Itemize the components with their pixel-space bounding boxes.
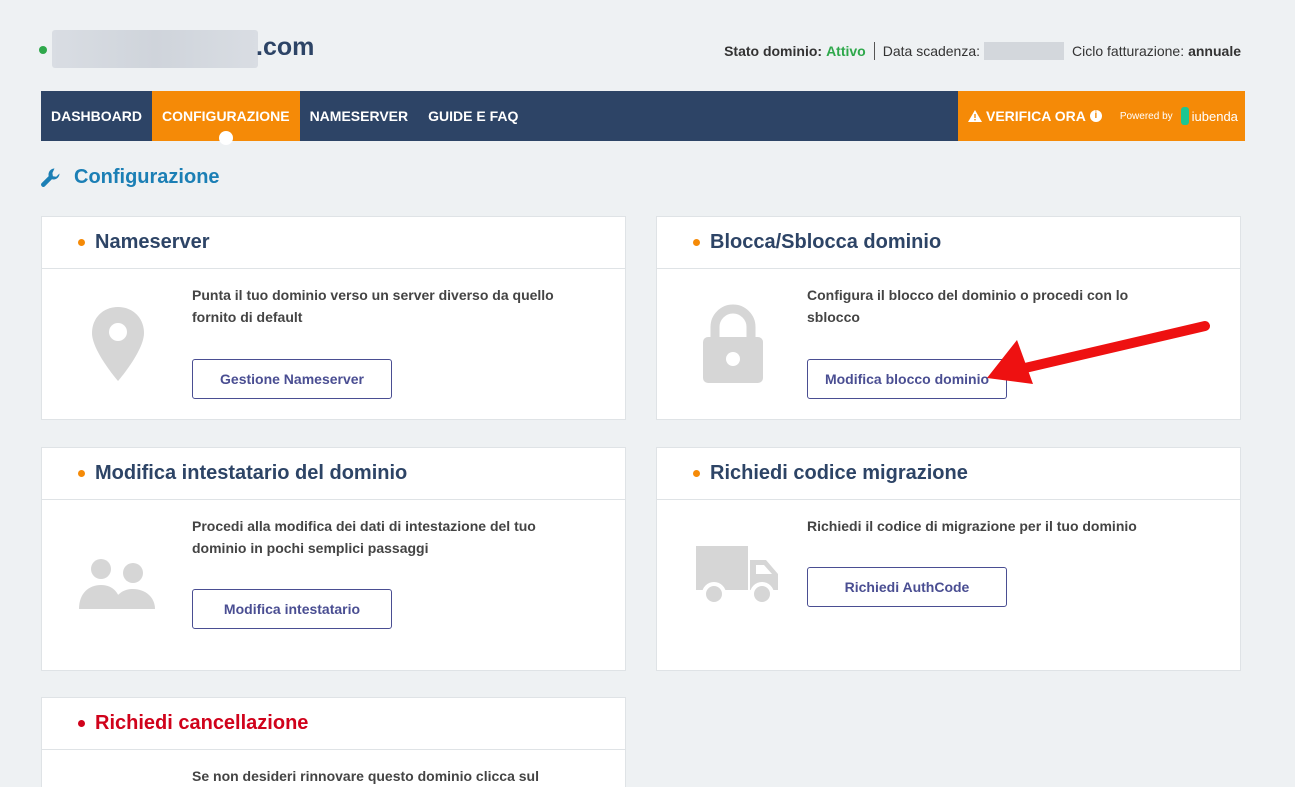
card-header: Modifica intestatario del dominio bbox=[42, 448, 625, 500]
card-richiedi-cancellazione: Richiedi cancellazione Se non desideri r… bbox=[41, 697, 626, 787]
info-icon: i bbox=[1089, 110, 1102, 122]
page-title-text: Configurazione bbox=[74, 166, 220, 188]
page-title: Configurazione bbox=[40, 166, 220, 189]
ciclo-value: annuale bbox=[1188, 43, 1241, 59]
card-modifica-intestatario: Modifica intestatario del dominio Proced… bbox=[41, 447, 626, 671]
scadenza-label: Data scadenza: bbox=[882, 43, 981, 59]
warning-icon bbox=[968, 110, 982, 122]
card-header: Blocca/Sblocca dominio bbox=[657, 217, 1240, 269]
card-blocca-sblocca: Blocca/Sblocca dominio Configura il bloc… bbox=[656, 216, 1241, 420]
richiedi-authcode-button[interactable]: Richiedi AuthCode bbox=[807, 567, 1007, 607]
card-header: Richiedi codice migrazione bbox=[657, 448, 1240, 500]
domain-header: .com Stato dominio: Attivo Data scadenza… bbox=[0, 0, 1295, 91]
card-body: Richiedi il codice di migrazione per il … bbox=[657, 500, 1240, 650]
card-title: Modifica intestatario del dominio bbox=[95, 462, 408, 484]
card-description: Se non desideri rinnovare questo dominio… bbox=[192, 768, 539, 784]
card-header: Nameserver bbox=[42, 217, 625, 269]
stato-value: Attivo bbox=[826, 43, 866, 59]
truck-icon bbox=[693, 530, 783, 620]
bullet-dot bbox=[78, 720, 85, 727]
nav-nameserver[interactable]: NAMESERVER bbox=[300, 91, 419, 141]
card-description: Procedi alla modifica dei dati di intest… bbox=[192, 518, 536, 556]
bullet-dot bbox=[78, 239, 85, 246]
map-pin-icon bbox=[78, 299, 158, 389]
card-header: Richiedi cancellazione bbox=[42, 698, 625, 750]
iubenda-logo: iubenda bbox=[1180, 107, 1238, 125]
card-title: Richiedi codice migrazione bbox=[710, 462, 968, 484]
card-body: Configura il blocco del dominio o proced… bbox=[657, 269, 1240, 419]
lock-icon bbox=[693, 299, 773, 389]
card-body: Procedi alla modifica dei dati di intest… bbox=[42, 500, 625, 650]
main-nav: DASHBOARD CONFIGURAZIONE NAMESERVER GUID… bbox=[41, 91, 1245, 145]
card-codice-migrazione: Richiedi codice migrazione Richiedi il c… bbox=[656, 447, 1241, 671]
verify-button[interactable]: VERIFICA ORA i Powered by iubenda bbox=[958, 91, 1245, 141]
domain-info: Stato dominio: Attivo Data scadenza: Cic… bbox=[724, 42, 1241, 60]
scadenza-value-redacted bbox=[984, 42, 1065, 60]
domain-name-redacted bbox=[52, 30, 258, 68]
wrench-icon bbox=[41, 167, 60, 187]
domain-tld: .com bbox=[256, 33, 315, 61]
bullet-dot bbox=[693, 470, 700, 477]
powered-by: Powered by bbox=[1119, 110, 1173, 122]
gestione-nameserver-button[interactable]: Gestione Nameserver bbox=[192, 359, 392, 399]
iubenda-mark-icon bbox=[1180, 107, 1189, 125]
domain-status-dot bbox=[39, 46, 47, 54]
iubenda-text: iubenda bbox=[1191, 108, 1238, 124]
verify-label: VERIFICA ORA bbox=[986, 108, 1086, 124]
divider bbox=[873, 42, 875, 60]
users-icon bbox=[78, 540, 158, 630]
card-body: Se non desideri rinnovare questo dominio… bbox=[42, 750, 625, 787]
modifica-blocco-button[interactable]: Modifica blocco dominio bbox=[807, 359, 1007, 399]
nav-dashboard[interactable]: DASHBOARD bbox=[41, 91, 152, 141]
card-description: Punta il tuo dominio verso un server div… bbox=[192, 287, 554, 325]
ciclo-label: Ciclo fatturazione: bbox=[1072, 43, 1185, 59]
card-body: Punta il tuo dominio verso un server div… bbox=[42, 269, 625, 419]
card-description: Configura il blocco del dominio o proced… bbox=[807, 287, 1129, 325]
bullet-dot bbox=[78, 470, 85, 477]
card-title: Blocca/Sblocca dominio bbox=[710, 231, 942, 253]
nav-guide-faq[interactable]: GUIDE E FAQ bbox=[418, 91, 528, 141]
card-description: Richiedi il codice di migrazione per il … bbox=[807, 518, 1137, 534]
bullet-dot bbox=[693, 239, 700, 246]
nav-configurazione[interactable]: CONFIGURAZIONE bbox=[152, 91, 300, 145]
card-title: Nameserver bbox=[95, 231, 210, 253]
card-title: Richiedi cancellazione bbox=[95, 712, 309, 734]
stato-label: Stato dominio: bbox=[724, 43, 823, 59]
card-nameserver: Nameserver Punta il tuo dominio verso un… bbox=[41, 216, 626, 420]
modifica-intestatario-button[interactable]: Modifica intestatario bbox=[192, 589, 392, 629]
